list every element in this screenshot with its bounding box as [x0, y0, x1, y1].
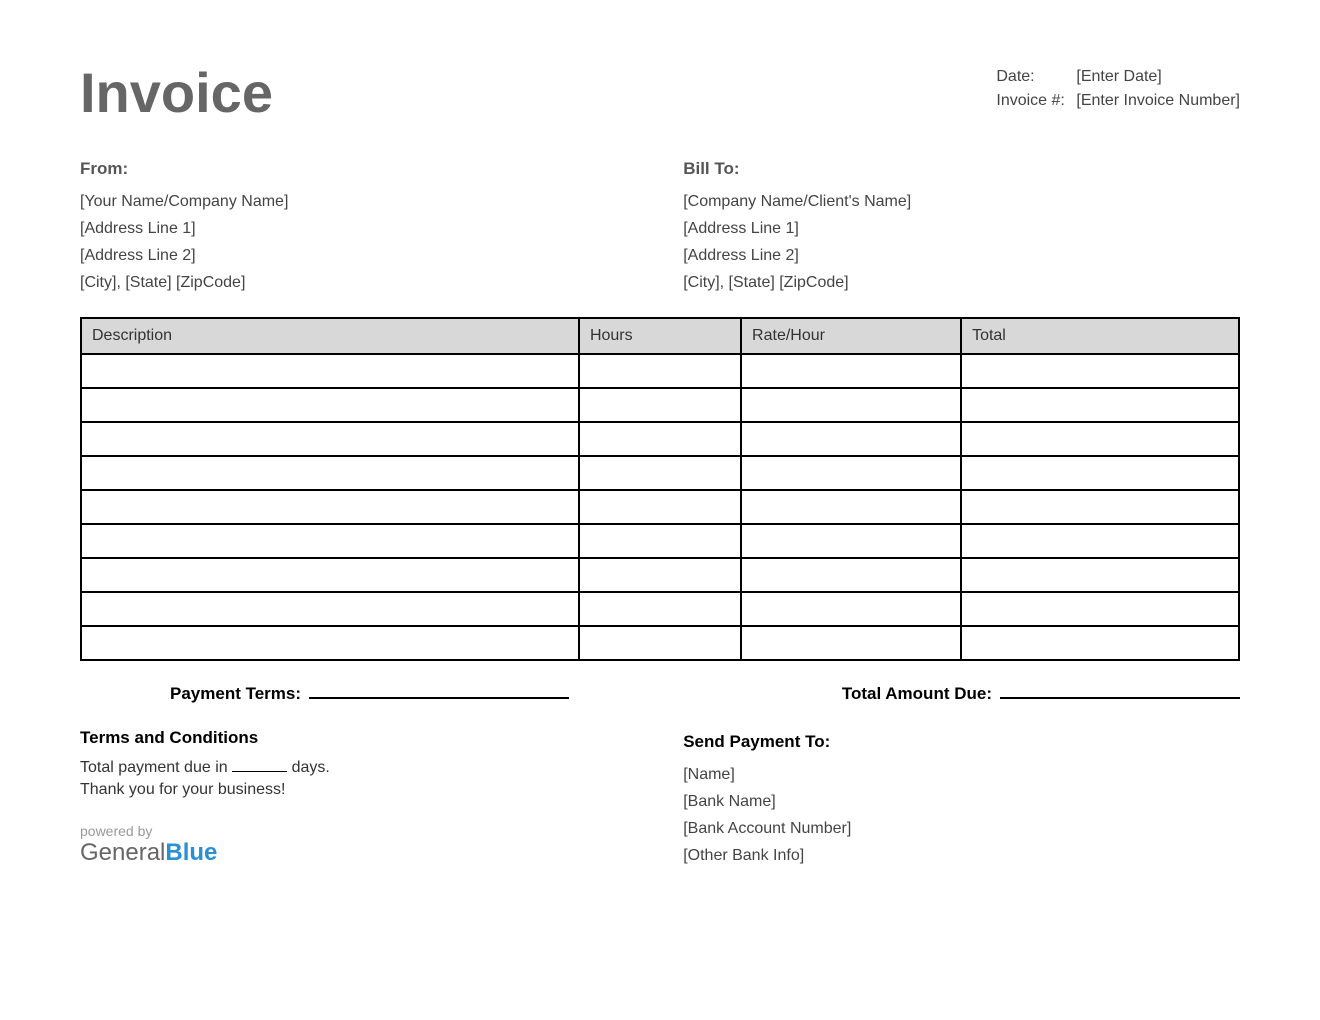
- terms-line2: Thank you for your business!: [80, 781, 637, 799]
- date-label: Date:: [996, 68, 1076, 86]
- cell-total[interactable]: [961, 422, 1239, 456]
- terms-line1-suffix: days.: [292, 759, 330, 776]
- cell-rate[interactable]: [741, 422, 961, 456]
- brand-general: General: [80, 839, 165, 866]
- cell-hours[interactable]: [579, 490, 741, 524]
- cell-rate[interactable]: [741, 354, 961, 388]
- cell-desc[interactable]: [81, 626, 579, 660]
- header-total: Total: [961, 318, 1239, 354]
- table-row: [81, 558, 1239, 592]
- billto-city[interactable]: [City], [State] [ZipCode]: [683, 269, 1240, 296]
- total-due-field: Total Amount Due:: [842, 677, 1240, 704]
- cell-hours[interactable]: [579, 456, 741, 490]
- terms-line1-prefix: Total payment due in: [80, 759, 228, 776]
- cell-desc[interactable]: [81, 490, 579, 524]
- date-value[interactable]: [Enter Date]: [1076, 68, 1161, 86]
- table-row: [81, 456, 1239, 490]
- cell-hours[interactable]: [579, 388, 741, 422]
- cell-rate[interactable]: [741, 388, 961, 422]
- cell-rate[interactable]: [741, 490, 961, 524]
- table-row: [81, 524, 1239, 558]
- cell-hours[interactable]: [579, 354, 741, 388]
- table-row: [81, 490, 1239, 524]
- brand-logo: GeneralBlue: [80, 839, 637, 867]
- terms-days-input[interactable]: [232, 754, 287, 772]
- payment-name[interactable]: [Name]: [683, 761, 1240, 788]
- billto-addr1[interactable]: [Address Line 1]: [683, 215, 1240, 242]
- total-due-input[interactable]: [1000, 677, 1240, 699]
- table-row: [81, 354, 1239, 388]
- cell-desc[interactable]: [81, 456, 579, 490]
- header-description: Description: [81, 318, 579, 354]
- invoice-number-value[interactable]: [Enter Invoice Number]: [1076, 92, 1240, 110]
- cell-hours[interactable]: [579, 524, 741, 558]
- cell-hours[interactable]: [579, 592, 741, 626]
- cell-rate[interactable]: [741, 626, 961, 660]
- table-row: [81, 626, 1239, 660]
- billto-block: Bill To: [Company Name/Client's Name] [A…: [683, 155, 1240, 297]
- from-heading: From:: [80, 155, 637, 184]
- payment-terms-input[interactable]: [309, 677, 569, 699]
- cell-desc[interactable]: [81, 354, 579, 388]
- cell-total[interactable]: [961, 592, 1239, 626]
- cell-rate[interactable]: [741, 524, 961, 558]
- cell-total[interactable]: [961, 456, 1239, 490]
- table-row: [81, 388, 1239, 422]
- header-rate: Rate/Hour: [741, 318, 961, 354]
- invoice-number-label: Invoice #:: [996, 92, 1076, 110]
- billto-addr2[interactable]: [Address Line 2]: [683, 242, 1240, 269]
- payment-other[interactable]: [Other Bank Info]: [683, 842, 1240, 869]
- table-row: [81, 592, 1239, 626]
- payment-block: Send Payment To: [Name] [Bank Name] [Ban…: [683, 728, 1240, 870]
- cell-total[interactable]: [961, 626, 1239, 660]
- cell-desc[interactable]: [81, 592, 579, 626]
- from-block: From: [Your Name/Company Name] [Address …: [80, 155, 637, 297]
- brand-blue: Blue: [165, 839, 217, 866]
- cell-hours[interactable]: [579, 422, 741, 456]
- cell-desc[interactable]: [81, 524, 579, 558]
- powered-by-label: powered by: [80, 823, 637, 839]
- terms-block: Terms and Conditions Total payment due i…: [80, 728, 637, 870]
- cell-total[interactable]: [961, 490, 1239, 524]
- cell-desc[interactable]: [81, 388, 579, 422]
- cell-rate[interactable]: [741, 456, 961, 490]
- payment-terms-label: Payment Terms:: [170, 684, 301, 704]
- line-items-table: Description Hours Rate/Hour Total: [80, 317, 1240, 661]
- from-name[interactable]: [Your Name/Company Name]: [80, 188, 637, 215]
- table-row: [81, 422, 1239, 456]
- cell-total[interactable]: [961, 354, 1239, 388]
- total-due-label: Total Amount Due:: [842, 684, 992, 704]
- cell-total[interactable]: [961, 388, 1239, 422]
- from-addr2[interactable]: [Address Line 2]: [80, 242, 637, 269]
- payment-terms-field: Payment Terms:: [170, 677, 569, 704]
- from-city[interactable]: [City], [State] [ZipCode]: [80, 269, 637, 296]
- cell-desc[interactable]: [81, 558, 579, 592]
- payment-account[interactable]: [Bank Account Number]: [683, 815, 1240, 842]
- cell-hours[interactable]: [579, 558, 741, 592]
- from-addr1[interactable]: [Address Line 1]: [80, 215, 637, 242]
- cell-total[interactable]: [961, 558, 1239, 592]
- payment-bank[interactable]: [Bank Name]: [683, 788, 1240, 815]
- header-hours: Hours: [579, 318, 741, 354]
- cell-rate[interactable]: [741, 558, 961, 592]
- cell-hours[interactable]: [579, 626, 741, 660]
- billto-heading: Bill To:: [683, 155, 1240, 184]
- cell-rate[interactable]: [741, 592, 961, 626]
- billto-name[interactable]: [Company Name/Client's Name]: [683, 188, 1240, 215]
- cell-desc[interactable]: [81, 422, 579, 456]
- invoice-meta: Date: [Enter Date] Invoice #: [Enter Inv…: [996, 68, 1240, 116]
- cell-total[interactable]: [961, 524, 1239, 558]
- payment-heading: Send Payment To:: [683, 728, 1240, 757]
- terms-heading: Terms and Conditions: [80, 728, 637, 748]
- invoice-title: Invoice: [80, 60, 273, 125]
